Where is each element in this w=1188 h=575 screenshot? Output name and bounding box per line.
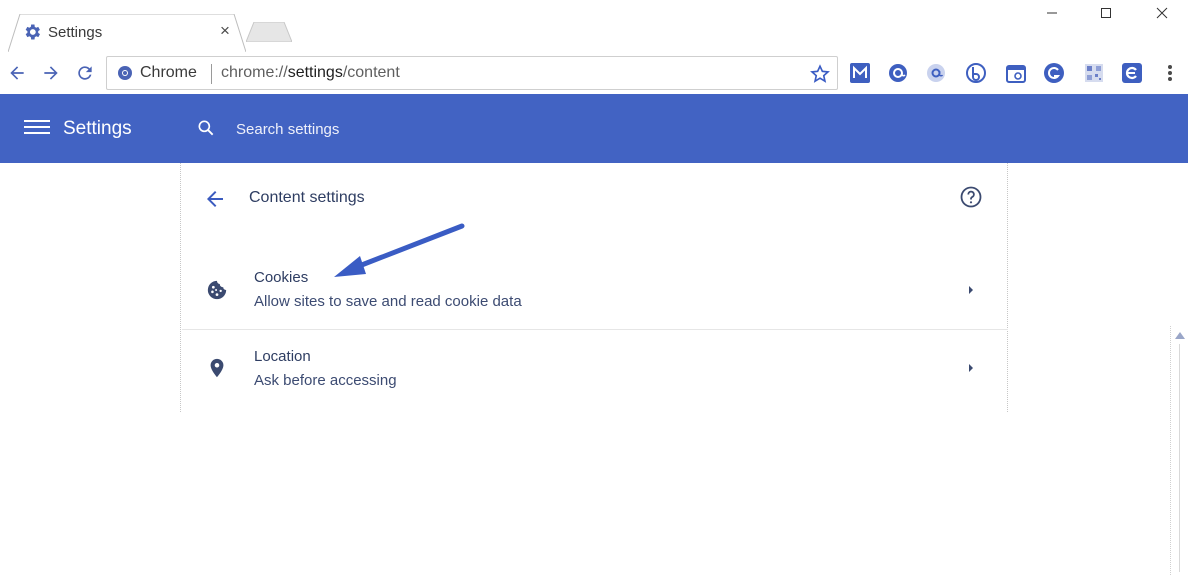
- site-chip-label: Chrome: [140, 64, 197, 81]
- extension-qr[interactable]: [1082, 61, 1106, 85]
- settings-content: Content settings Cookies Allow sites to …: [0, 163, 1188, 575]
- browser-menu-button[interactable]: [1158, 61, 1182, 85]
- extension-grammarly[interactable]: [1042, 61, 1066, 85]
- list-item-location[interactable]: Location Ask before accessing: [182, 330, 1008, 402]
- chrome-icon: [118, 66, 132, 80]
- chevron-right-icon: [969, 364, 973, 372]
- settings-header: Settings: [0, 94, 1188, 163]
- mailtrack-icon: [850, 63, 870, 83]
- gear-icon: [25, 24, 40, 40]
- bitly-icon: [966, 63, 986, 83]
- extension-cleaner[interactable]: [1120, 61, 1144, 85]
- anonymox-icon: [927, 64, 945, 82]
- minimize-icon: [1047, 12, 1057, 14]
- extension-at[interactable]: [886, 61, 910, 85]
- url-host: settings: [287, 64, 343, 81]
- reload-icon: [78, 66, 92, 80]
- hamburger-menu-icon[interactable]: [24, 116, 50, 140]
- arrow-left-icon: [10, 66, 24, 80]
- new-tab-button[interactable]: [246, 22, 292, 42]
- scroll-up-arrow-icon[interactable]: [1174, 330, 1186, 340]
- browser-toolbar: Chrome chrome://settings/content: [0, 52, 1188, 94]
- grammarly-icon: [1044, 63, 1064, 83]
- back-arrow-icon[interactable]: [203, 187, 227, 211]
- list-item-cookies[interactable]: Cookies Allow sites to save and read coo…: [182, 251, 1008, 323]
- tab-shape: [8, 14, 246, 52]
- page-title: Content settings: [249, 189, 365, 206]
- extension-bitly[interactable]: [964, 61, 988, 85]
- close-icon: [1156, 7, 1168, 19]
- qr-icon: [1085, 64, 1103, 82]
- back-nav-button[interactable]: [4, 60, 30, 86]
- forward-nav-button[interactable]: [38, 60, 64, 86]
- location-title: Location: [254, 348, 311, 365]
- chevron-right-icon: [969, 286, 973, 294]
- cleaner-icon: [1122, 63, 1142, 83]
- arrow-right-icon: [44, 66, 58, 80]
- settings-title: Settings: [63, 118, 132, 139]
- url-scheme: chrome://: [221, 64, 288, 81]
- address-bar[interactable]: Chrome chrome://settings/content: [106, 56, 838, 90]
- tab-close-icon[interactable]: ×: [214, 20, 236, 42]
- help-icon[interactable]: [959, 185, 983, 209]
- url-text[interactable]: chrome://settings/content: [221, 64, 400, 82]
- extension-anonymox[interactable]: [924, 61, 948, 85]
- scrollbar[interactable]: [1170, 326, 1188, 575]
- calendar-icon: [1006, 65, 1026, 83]
- minimize-button[interactable]: [1030, 0, 1074, 26]
- content-settings-card: Content settings Cookies Allow sites to …: [180, 163, 1008, 412]
- cookie-icon: [207, 280, 227, 300]
- reload-button[interactable]: [72, 60, 98, 86]
- cookies-title: Cookies: [254, 269, 309, 286]
- maximize-button[interactable]: [1084, 0, 1128, 26]
- location-subtitle: Ask before accessing: [254, 372, 397, 389]
- url-path: /content: [342, 64, 400, 81]
- location-pin-icon: [210, 358, 224, 378]
- tab-settings[interactable]: Settings ×: [8, 14, 246, 52]
- extension-calendar[interactable]: [1004, 61, 1028, 85]
- tab-title: Settings: [48, 24, 103, 41]
- maximize-icon: [1101, 8, 1111, 18]
- at-sign-icon: [889, 64, 907, 82]
- kebab-menu-icon: [1168, 65, 1172, 81]
- omnibox-separator: [211, 64, 212, 84]
- cookies-subtitle: Allow sites to save and read cookie data: [254, 293, 522, 310]
- bookmark-star-icon[interactable]: [809, 63, 831, 85]
- tab-strip: Settings ×: [0, 0, 1188, 52]
- search-icon: [198, 120, 214, 136]
- scroll-track[interactable]: [1179, 344, 1180, 572]
- search-settings-input[interactable]: [232, 116, 612, 142]
- close-window-button[interactable]: [1140, 0, 1184, 26]
- extension-mailtrack[interactable]: [848, 61, 872, 85]
